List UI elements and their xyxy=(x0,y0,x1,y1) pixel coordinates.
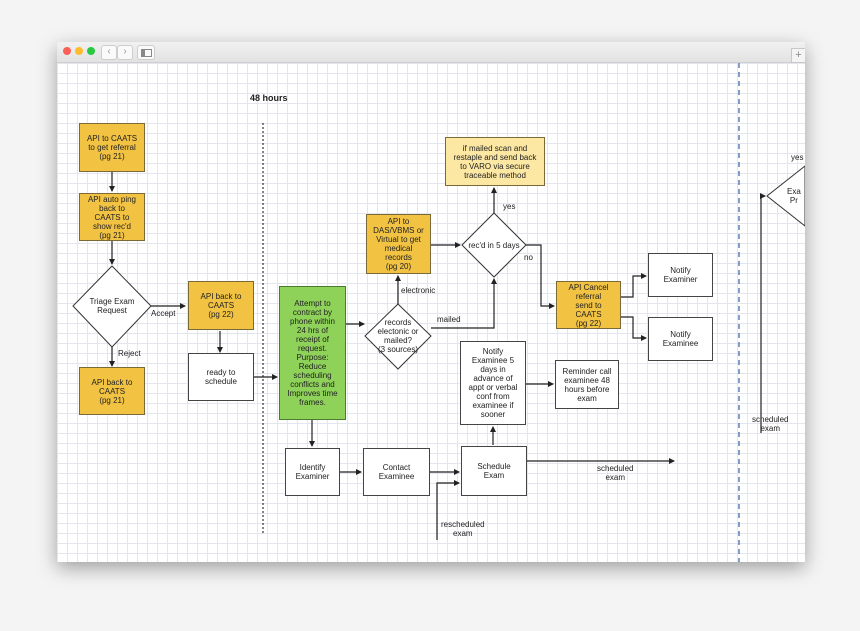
api-back-to-caats-pg21-box[interactable]: API back to CAATS (pg 21) xyxy=(79,367,145,415)
chevron-right-icon[interactable]: › xyxy=(117,45,133,60)
electronic-edge-label: electronic xyxy=(401,286,436,295)
app-window: ‹ › + 48 hours API to CAATS to get refer… xyxy=(57,42,805,562)
schedule-exam-box[interactable]: Schedule Exam xyxy=(461,446,527,496)
api-to-caats-referral-box[interactable]: API to CAATS to get referral (pg 21) xyxy=(79,123,145,172)
records-electronic-or-mailed-label[interactable]: records electonic or mailed? (3 sources) xyxy=(365,316,431,356)
triage-exam-request-label[interactable]: Triage Exam Request xyxy=(73,286,151,326)
mailed-edge-label: mailed xyxy=(437,315,461,324)
title-bar: ‹ › + xyxy=(57,42,805,63)
sidebar-toggle-icon[interactable] xyxy=(137,45,155,60)
reminder-call-box[interactable]: Reminder call examinee 48 hours before e… xyxy=(555,360,619,409)
edge-scheduled-to-partial xyxy=(760,193,766,433)
if-mailed-scan-box[interactable]: if mailed scan and restaple and send bac… xyxy=(445,137,545,186)
ready-to-schedule-box[interactable]: ready to schedule xyxy=(188,353,254,401)
edge-cancel-to-notify-examinee xyxy=(621,316,647,341)
no-edge-label: no xyxy=(524,253,533,262)
scheduled-exam-right-label: scheduled exam xyxy=(752,415,789,433)
yes-edge-label: yes xyxy=(503,202,516,211)
recd-in-5-days-label[interactable]: rec'd in 5 days xyxy=(462,235,526,255)
rescheduled-exam-edge-label: rescheduled exam xyxy=(441,520,485,538)
chevron-left-icon[interactable]: ‹ xyxy=(101,45,117,60)
api-cancel-referral-box[interactable]: API Cancel referral send to CAATS (pg 22… xyxy=(556,281,621,329)
contact-examinee-box[interactable]: Contact Examinee xyxy=(363,448,430,496)
api-back-to-caats-pg22-box[interactable]: API back to CAATS (pg 22) xyxy=(188,281,254,330)
heading-48-hours: 48 hours xyxy=(250,93,288,103)
identify-examiner-box[interactable]: Identify Examiner xyxy=(285,448,340,496)
scheduled-exam-edge-label: scheduled exam xyxy=(597,464,634,482)
partial-decision-label: Exa Pr xyxy=(787,187,801,205)
diagram-canvas: 48 hours API to CAATS to get referral (p… xyxy=(57,63,805,562)
api-to-das-vbms-box[interactable]: API to DAS/VBMS or Virtual to get medica… xyxy=(366,214,431,274)
notify-examinee-5-days-box[interactable]: Notify Examinee 5 days in advance of app… xyxy=(460,341,526,425)
reject-edge-label: Reject xyxy=(118,349,141,358)
attempt-to-contract-box[interactable]: Attempt to contract by phone within 24 h… xyxy=(279,286,346,420)
notify-examiner-box[interactable]: Notify Examiner xyxy=(648,253,713,297)
edge-cancel-to-notify-examiner xyxy=(621,273,647,298)
accept-edge-label: Accept xyxy=(151,309,176,318)
yes-right-edge-label: yes xyxy=(791,153,804,162)
zoom-window-icon[interactable] xyxy=(87,47,95,55)
minimize-window-icon[interactable] xyxy=(75,47,83,55)
plus-icon[interactable]: + xyxy=(791,48,805,63)
close-window-icon[interactable] xyxy=(63,47,71,55)
notify-examinee-box[interactable]: Notify Examinee xyxy=(648,317,713,361)
api-auto-ping-box[interactable]: API auto ping back to CAATS to show rec'… xyxy=(79,193,145,241)
